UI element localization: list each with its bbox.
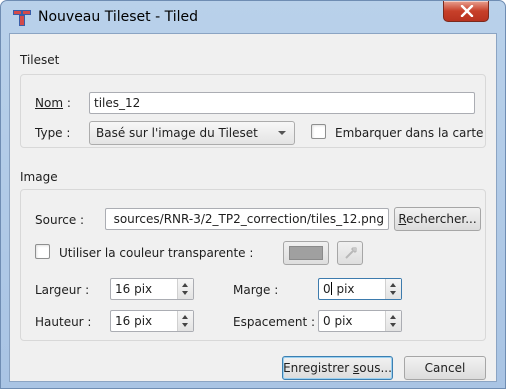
color-swatch <box>289 246 323 260</box>
source-label: Source : <box>35 213 85 227</box>
browse-button[interactable]: Rechercher... <box>394 207 481 231</box>
width-label: Largeur : <box>35 283 90 297</box>
spin-up-icon <box>182 283 188 287</box>
type-label: Type : <box>35 126 71 140</box>
source-input[interactable]: sources/RNR-3/2_TP2_correction/tiles_12.… <box>105 208 389 230</box>
width-spinbox[interactable]: 16 pix <box>110 278 194 300</box>
spin-down-icon <box>390 291 396 295</box>
margin-value: 0 pix <box>323 282 355 296</box>
margin-label: Marge : <box>233 283 279 297</box>
dialog-window: Nouveau Tileset - Tiled Tileset Nom : ti… <box>0 0 506 389</box>
close-button[interactable] <box>443 1 489 22</box>
width-value: 16 pix <box>115 282 153 296</box>
image-group: Source : sources/RNR-3/2_TP2_correction/… <box>20 189 486 341</box>
color-picker-button[interactable] <box>337 241 363 265</box>
source-input-value: sources/RNR-3/2_TP2_correction/tiles_12.… <box>113 212 384 226</box>
title-bar[interactable]: Nouveau Tileset - Tiled <box>1 1 505 33</box>
name-input[interactable]: tiles_12 <box>89 92 475 114</box>
save-as-button[interactable]: Enregistrer sous... <box>282 356 393 380</box>
spin-up-icon <box>390 283 396 287</box>
spin-down-icon <box>390 323 396 327</box>
type-select[interactable]: Basé sur l'image du Tileset <box>89 121 295 145</box>
embed-checkbox[interactable] <box>311 124 326 139</box>
spin-down-icon <box>182 323 188 327</box>
type-select-value: Basé sur l'image du Tileset <box>96 126 258 140</box>
spacing-stepper[interactable] <box>385 311 401 331</box>
transparent-color-checkbox[interactable] <box>35 244 50 259</box>
window-title: Nouveau Tileset - Tiled <box>38 9 198 25</box>
spacing-label: Espacement : <box>233 315 316 329</box>
spin-up-icon <box>182 315 188 319</box>
spacing-value: 0 pix <box>323 314 353 328</box>
name-label: Nom : <box>35 96 71 110</box>
cancel-button[interactable]: Cancel <box>404 356 486 380</box>
close-icon <box>460 5 474 17</box>
height-spinbox[interactable]: 16 pix <box>110 310 194 332</box>
image-section-label: Image <box>20 170 58 184</box>
embed-label[interactable]: Embarquer dans la carte <box>335 126 483 140</box>
height-label: Hauteur : <box>35 315 92 329</box>
spin-up-icon <box>390 315 396 319</box>
dialog-body: Tileset Nom : tiles_12 Type : Basé sur l… <box>9 33 497 382</box>
chevron-down-icon <box>278 131 286 135</box>
tileset-section-label: Tileset <box>20 53 60 67</box>
tileset-group: Nom : tiles_12 Type : Basé sur l'image d… <box>20 74 486 148</box>
eyedropper-icon <box>345 246 358 259</box>
margin-spinbox[interactable]: 0 pix <box>318 278 402 300</box>
transparent-color-button[interactable] <box>283 241 329 265</box>
height-stepper[interactable] <box>177 311 193 331</box>
height-value: 16 pix <box>115 314 153 328</box>
margin-stepper[interactable] <box>385 279 401 299</box>
spacing-spinbox[interactable]: 0 pix <box>318 310 402 332</box>
width-stepper[interactable] <box>177 279 193 299</box>
transparent-color-label[interactable]: Utiliser la couleur transparente : <box>59 246 253 260</box>
tiled-icon <box>13 10 31 26</box>
spin-down-icon <box>182 291 188 295</box>
